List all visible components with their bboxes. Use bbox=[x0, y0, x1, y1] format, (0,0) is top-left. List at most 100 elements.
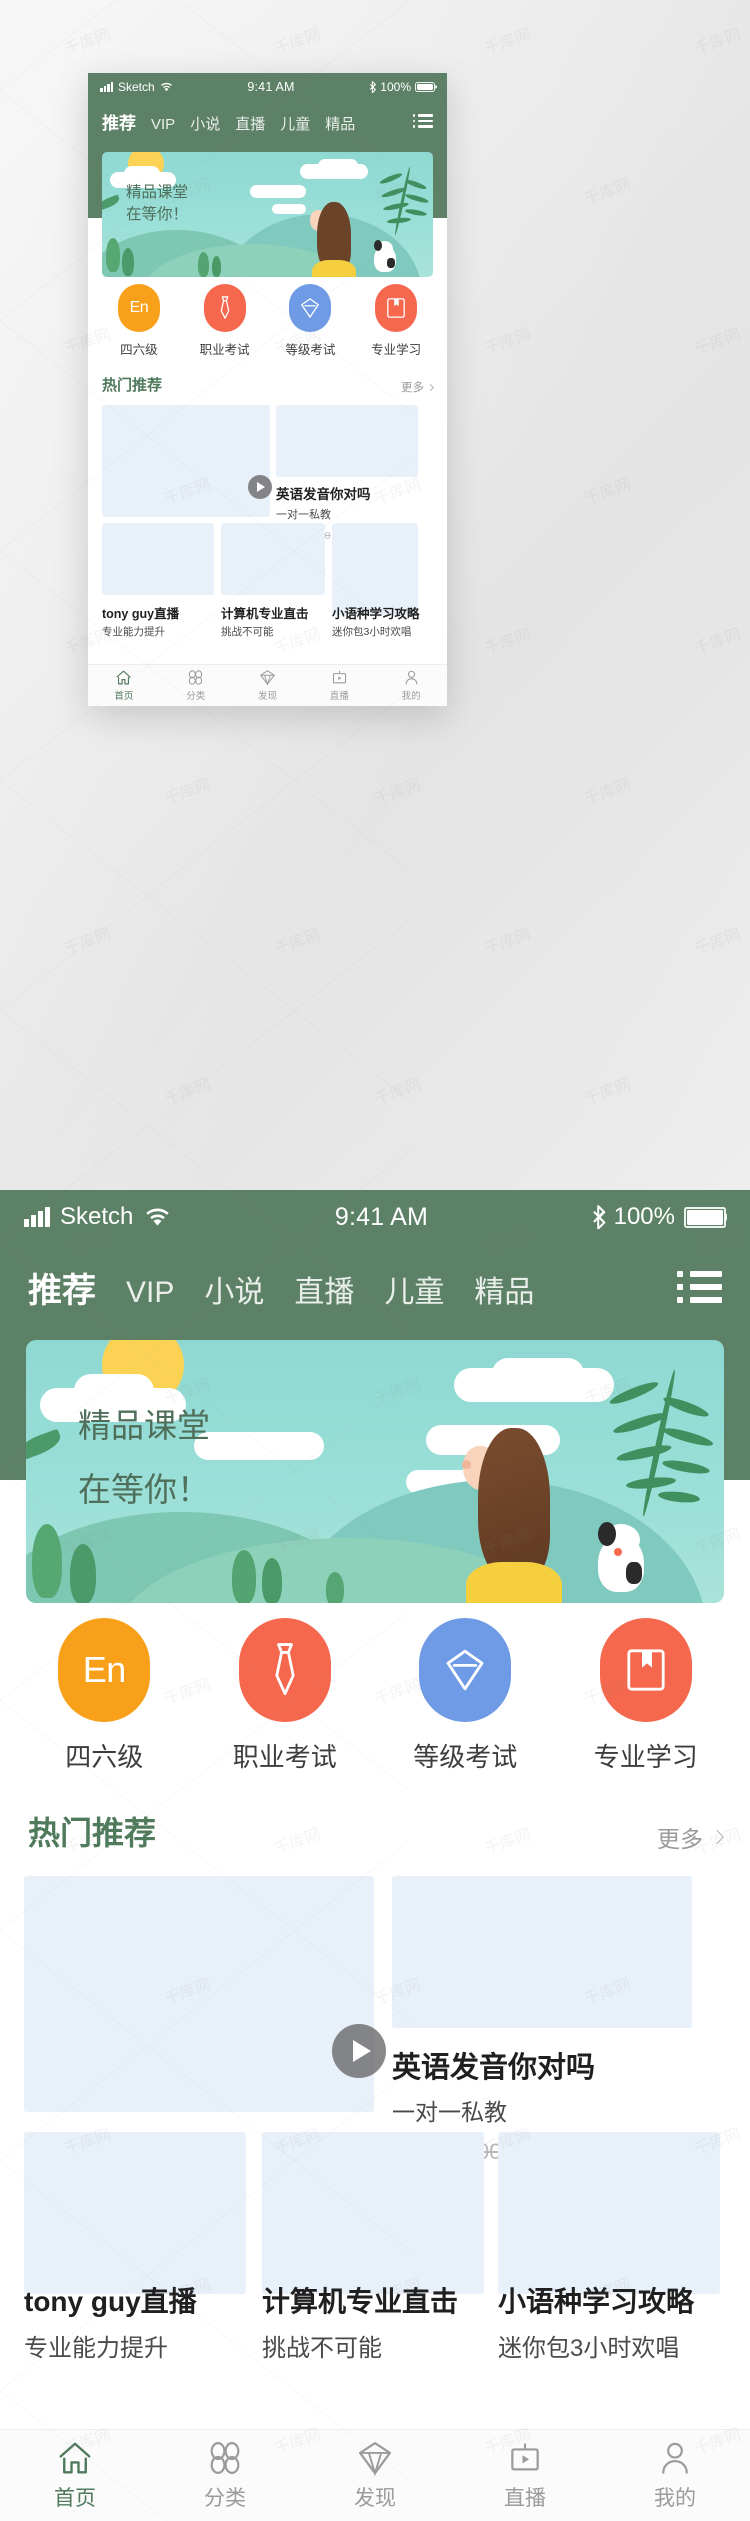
category-row-large: En 四六级 职业考试 等级考试 专业学习 bbox=[0, 1618, 750, 1774]
category-item-major[interactable]: 专业学习 bbox=[556, 1618, 737, 1774]
nav-tab-vip[interactable]: VIP bbox=[151, 116, 175, 133]
nav-tab-premium[interactable]: 精品 bbox=[474, 1267, 534, 1311]
featured-side-thumbnail[interactable] bbox=[392, 1876, 692, 2028]
category-label: 四六级 bbox=[65, 1742, 144, 1772]
card-thumbnail[interactable] bbox=[24, 2132, 246, 2294]
banner-line-1: 精品课堂 bbox=[78, 1407, 210, 1444]
category-label: 职业考试 bbox=[199, 343, 250, 357]
dog-illustration bbox=[374, 240, 396, 272]
play-circle-icon[interactable] bbox=[248, 475, 272, 499]
tv-play-icon bbox=[511, 2443, 539, 2471]
dog-illustration bbox=[598, 1522, 644, 1592]
carrier-label: Sketch bbox=[118, 79, 155, 94]
list-menu-icon[interactable] bbox=[412, 114, 433, 128]
featured-title: 英语发音你对吗 bbox=[276, 487, 371, 502]
featured-side-thumbnail[interactable] bbox=[276, 405, 418, 477]
card-info: 计算机专业直击 挑战不可能 bbox=[262, 2280, 458, 2363]
status-bar-small: Sketch 9:41 AM 100% bbox=[88, 73, 447, 100]
person-icon bbox=[405, 670, 417, 685]
banner-headline: 精品课堂 在等你！ bbox=[78, 1402, 210, 1514]
bookmark-book-icon bbox=[375, 284, 418, 332]
category-item-cet[interactable]: En 四六级 bbox=[96, 284, 182, 358]
card-thumbnail[interactable] bbox=[102, 523, 214, 595]
card-captions-large: tony guy直播 专业能力提升 计算机专业直击 挑战不可能 小语种学习攻略 … bbox=[0, 2284, 750, 2404]
tab-category[interactable]: 分类 bbox=[160, 669, 232, 702]
tab-discover[interactable]: 发现 bbox=[300, 2439, 450, 2512]
tab-home[interactable]: 首页 bbox=[88, 669, 160, 702]
card-thumbnail[interactable] bbox=[262, 2132, 484, 2294]
content-grid-large: 英语发音你对吗 一对一私教 ¥50 ¥200 bbox=[0, 1854, 750, 2294]
card-subtitle: 挑战不可能 bbox=[221, 626, 274, 638]
nav-tab-recommend[interactable]: 推荐 bbox=[102, 109, 136, 134]
tab-profile[interactable]: 我的 bbox=[375, 669, 447, 702]
tab-home[interactable]: 首页 bbox=[0, 2439, 150, 2512]
nav-tab-vip[interactable]: VIP bbox=[126, 1276, 174, 1310]
card-subtitle: 迷你包3小时欢唱 bbox=[498, 2335, 680, 2362]
diamond-icon bbox=[419, 1618, 512, 1722]
card-thumbnail[interactable] bbox=[498, 2132, 720, 2294]
section-header-small: 热门推荐 更多 bbox=[88, 358, 447, 395]
card-subtitle: 专业能力提升 bbox=[102, 626, 165, 638]
en-level-icon: En bbox=[58, 1618, 151, 1722]
nav-tab-kids[interactable]: 儿童 bbox=[384, 1267, 444, 1311]
tab-label: 发现 bbox=[257, 691, 277, 702]
card-title: tony guy直播 bbox=[24, 2286, 197, 2317]
signal-bars-icon bbox=[24, 1207, 50, 1227]
list-menu-icon[interactable] bbox=[677, 1271, 722, 1303]
card-subtitle: 挑战不可能 bbox=[262, 2335, 382, 2362]
tab-label: 分类 bbox=[204, 2487, 246, 2510]
wifi-icon bbox=[160, 82, 173, 92]
nav-tab-premium[interactable]: 精品 bbox=[325, 113, 355, 134]
category-item-career[interactable]: 职业考试 bbox=[195, 1618, 376, 1774]
category-item-grade[interactable]: 等级考试 bbox=[375, 1618, 556, 1774]
nav-tab-recommend[interactable]: 推荐 bbox=[28, 1263, 96, 1312]
banner-card-large[interactable]: 精品课堂 在等你！ bbox=[26, 1340, 724, 1603]
tab-label: 直播 bbox=[329, 691, 349, 702]
grid-icon bbox=[188, 670, 203, 685]
battery-icon bbox=[415, 81, 435, 92]
category-label: 等级考试 bbox=[413, 1742, 518, 1772]
nav-tabs-small: 推荐 VIP 小说 直播 儿童 精品 bbox=[88, 100, 447, 142]
tab-live[interactable]: 直播 bbox=[450, 2439, 600, 2512]
play-circle-icon[interactable] bbox=[332, 2024, 386, 2078]
category-label: 四六级 bbox=[120, 343, 158, 357]
status-bar-large: Sketch 9:41 AM 100% bbox=[0, 1190, 750, 1244]
featured-thumbnail[interactable] bbox=[102, 405, 270, 517]
card-thumbnail[interactable] bbox=[332, 523, 418, 615]
card-info: 小语种学习攻略 迷你包3小时欢唱 bbox=[498, 2280, 694, 2363]
tab-category[interactable]: 分类 bbox=[150, 2439, 300, 2512]
nav-tab-kids[interactable]: 儿童 bbox=[280, 113, 310, 134]
tab-discover[interactable]: 发现 bbox=[232, 669, 304, 702]
battery-percent-label: 100% bbox=[380, 79, 411, 94]
banner-headline: 精品课堂 在等你！ bbox=[126, 182, 188, 227]
card-info: 小语种学习攻略 迷你包3小时欢唱 bbox=[332, 603, 420, 639]
category-label: 等级考试 bbox=[285, 343, 336, 357]
more-link[interactable]: 更多 bbox=[401, 379, 435, 395]
section-header-large: 热门推荐 更多 bbox=[0, 1774, 750, 1854]
bluetooth-icon bbox=[369, 80, 377, 93]
nav-tab-live[interactable]: 直播 bbox=[294, 1267, 354, 1311]
banner-card-small[interactable]: 精品课堂 在等你！ bbox=[102, 152, 433, 277]
tab-profile[interactable]: 我的 bbox=[600, 2439, 750, 2512]
carrier-label: Sketch bbox=[60, 1203, 134, 1230]
nav-tab-novel[interactable]: 小说 bbox=[204, 1267, 264, 1311]
card-thumbnail[interactable] bbox=[221, 523, 325, 595]
nav-tab-novel[interactable]: 小说 bbox=[190, 113, 220, 134]
bluetooth-icon bbox=[592, 1205, 607, 1229]
featured-subtitle: 一对一私教 bbox=[276, 509, 331, 521]
featured-thumbnail[interactable] bbox=[24, 1876, 374, 2112]
category-item-major[interactable]: 专业学习 bbox=[353, 284, 439, 358]
tab-label: 首页 bbox=[54, 2487, 96, 2510]
more-label: 更多 bbox=[657, 1826, 703, 1852]
category-item-cet[interactable]: En 四六级 bbox=[14, 1618, 195, 1774]
clock-label: 9:41 AM bbox=[334, 1202, 429, 1231]
more-link[interactable]: 更多 bbox=[657, 1820, 725, 1854]
category-item-grade[interactable]: 等级考试 bbox=[268, 284, 354, 358]
banner-line-2: 在等你！ bbox=[78, 1470, 210, 1508]
tv-play-icon bbox=[332, 670, 346, 684]
tab-label: 首页 bbox=[114, 691, 134, 702]
nav-tab-live[interactable]: 直播 bbox=[235, 113, 265, 134]
tab-live[interactable]: 直播 bbox=[303, 669, 375, 702]
category-item-career[interactable]: 职业考试 bbox=[182, 284, 268, 358]
en-level-icon: En bbox=[117, 284, 160, 332]
